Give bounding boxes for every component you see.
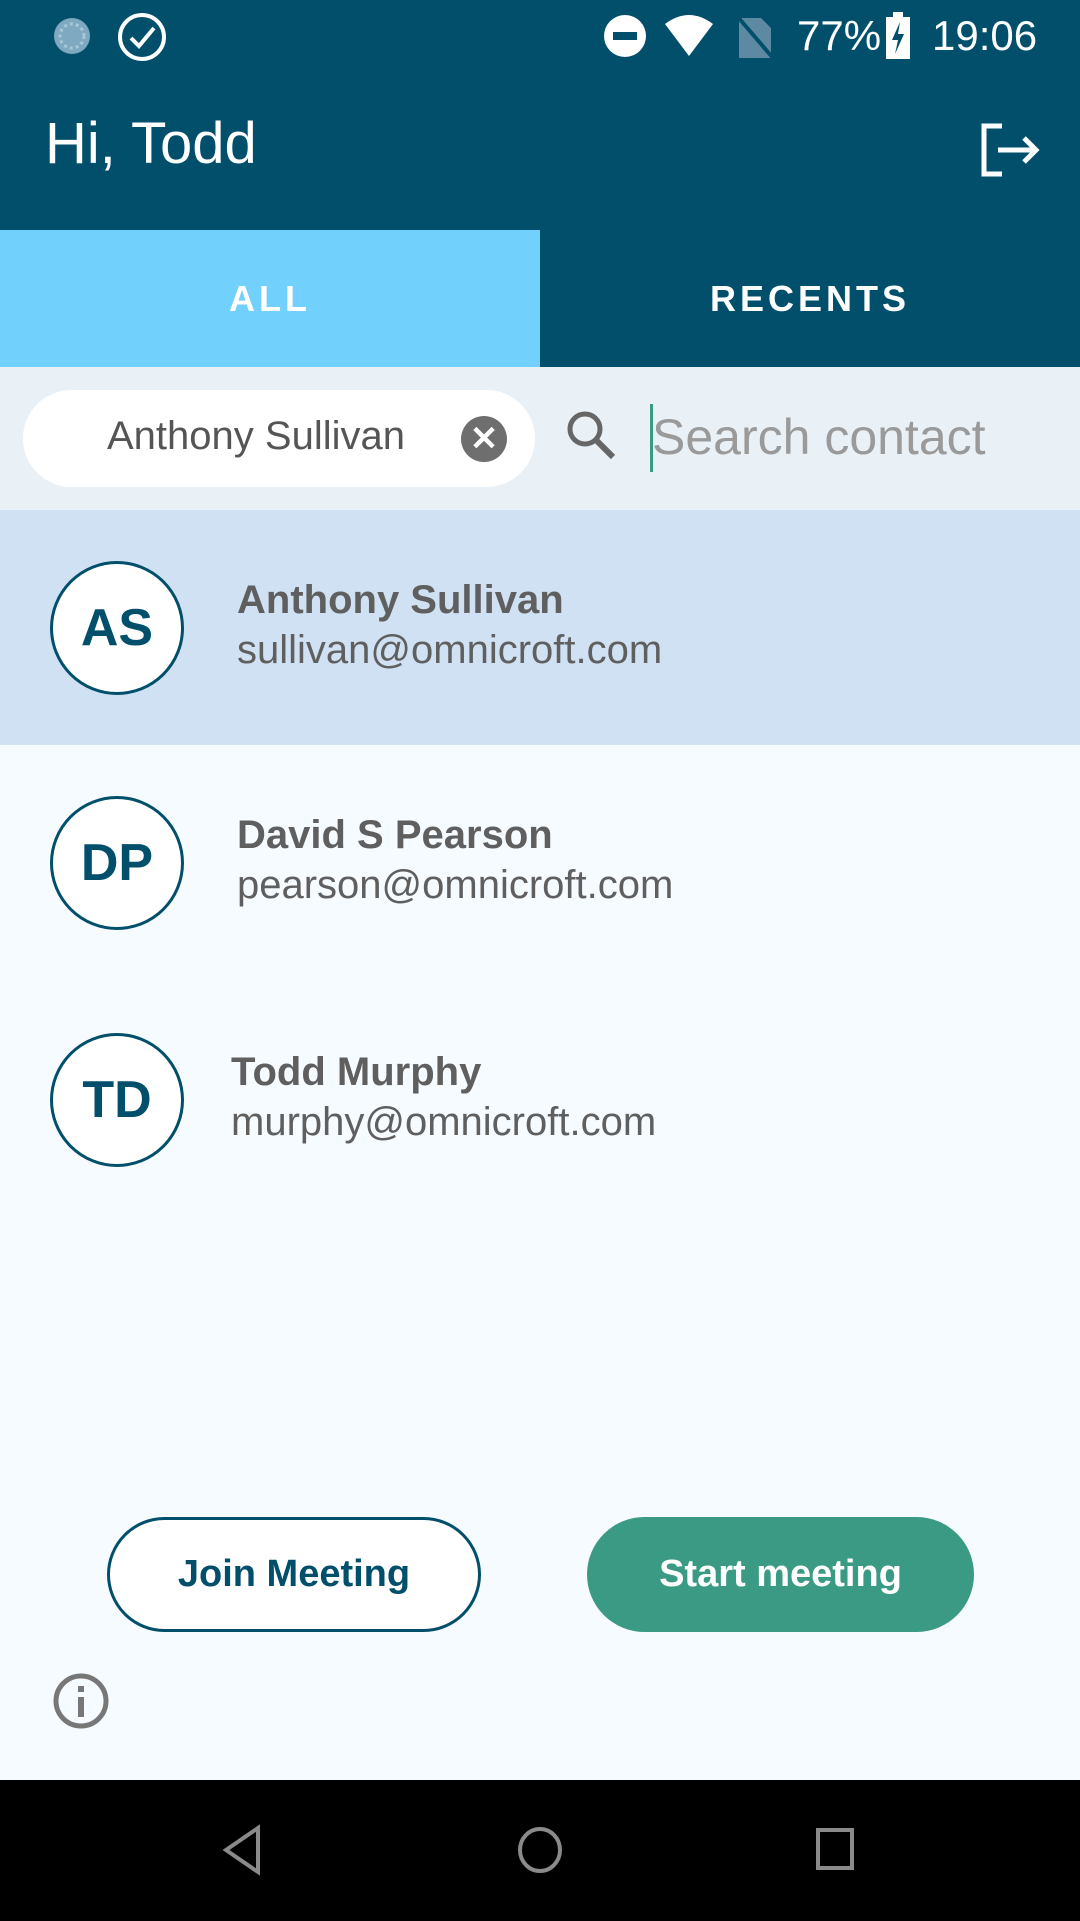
search-bar: Anthony Sullivan ✕ (0, 367, 1080, 510)
back-icon[interactable] (220, 1824, 264, 1876)
clock: 19:06 (932, 12, 1038, 59)
page-title: Hi, Todd (45, 111, 257, 176)
sync-icon (54, 18, 90, 54)
status-bar: 77% 19:06 (0, 0, 1080, 72)
start-meeting-button[interactable]: Start meeting (587, 1517, 974, 1632)
do-not-disturb-icon (604, 15, 646, 57)
logout-icon[interactable] (980, 122, 1042, 178)
recent-apps-icon[interactable] (814, 1826, 858, 1872)
search-icon (567, 411, 616, 460)
contact-email: murphy@omnicroft.com (231, 1100, 657, 1144)
check-circle-icon (118, 13, 166, 61)
selected-contact-chip: Anthony Sullivan ✕ (23, 390, 535, 487)
contact-row[interactable]: TD Todd Murphy murphy@omnicroft.com (0, 982, 1080, 1217)
no-sim-icon (735, 14, 775, 60)
avatar: TD (50, 1033, 184, 1167)
search-input[interactable] (650, 397, 1050, 477)
contact-name: David S Pearson (237, 813, 553, 857)
contact-row[interactable]: AS Anthony Sullivan sullivan@omnicroft.c… (0, 510, 1080, 745)
contact-name: Anthony Sullivan (237, 578, 564, 622)
join-meeting-button[interactable]: Join Meeting (107, 1517, 481, 1632)
chip-label: Anthony Sullivan (107, 414, 405, 458)
tab-bar: ALL RECENTS (0, 230, 1080, 367)
contact-name: Todd Murphy (231, 1050, 482, 1094)
remove-chip-icon[interactable]: ✕ (461, 416, 507, 462)
avatar: AS (50, 561, 184, 695)
info-icon[interactable] (52, 1672, 110, 1730)
home-icon[interactable] (515, 1824, 565, 1876)
contact-email: pearson@omnicroft.com (237, 863, 674, 907)
tab-recents[interactable]: RECENTS (540, 230, 1080, 367)
wifi-icon (665, 15, 713, 56)
contact-row[interactable]: DP David S Pearson pearson@omnicroft.com (0, 745, 1080, 980)
avatar: DP (50, 796, 184, 930)
app-header: Hi, Todd (0, 72, 1080, 230)
battery-percent: 77% (797, 12, 882, 59)
system-nav-bar (0, 1780, 1080, 1921)
battery-charging-icon (886, 12, 910, 59)
contact-email: sullivan@omnicroft.com (237, 628, 663, 672)
tab-all[interactable]: ALL (0, 230, 540, 367)
